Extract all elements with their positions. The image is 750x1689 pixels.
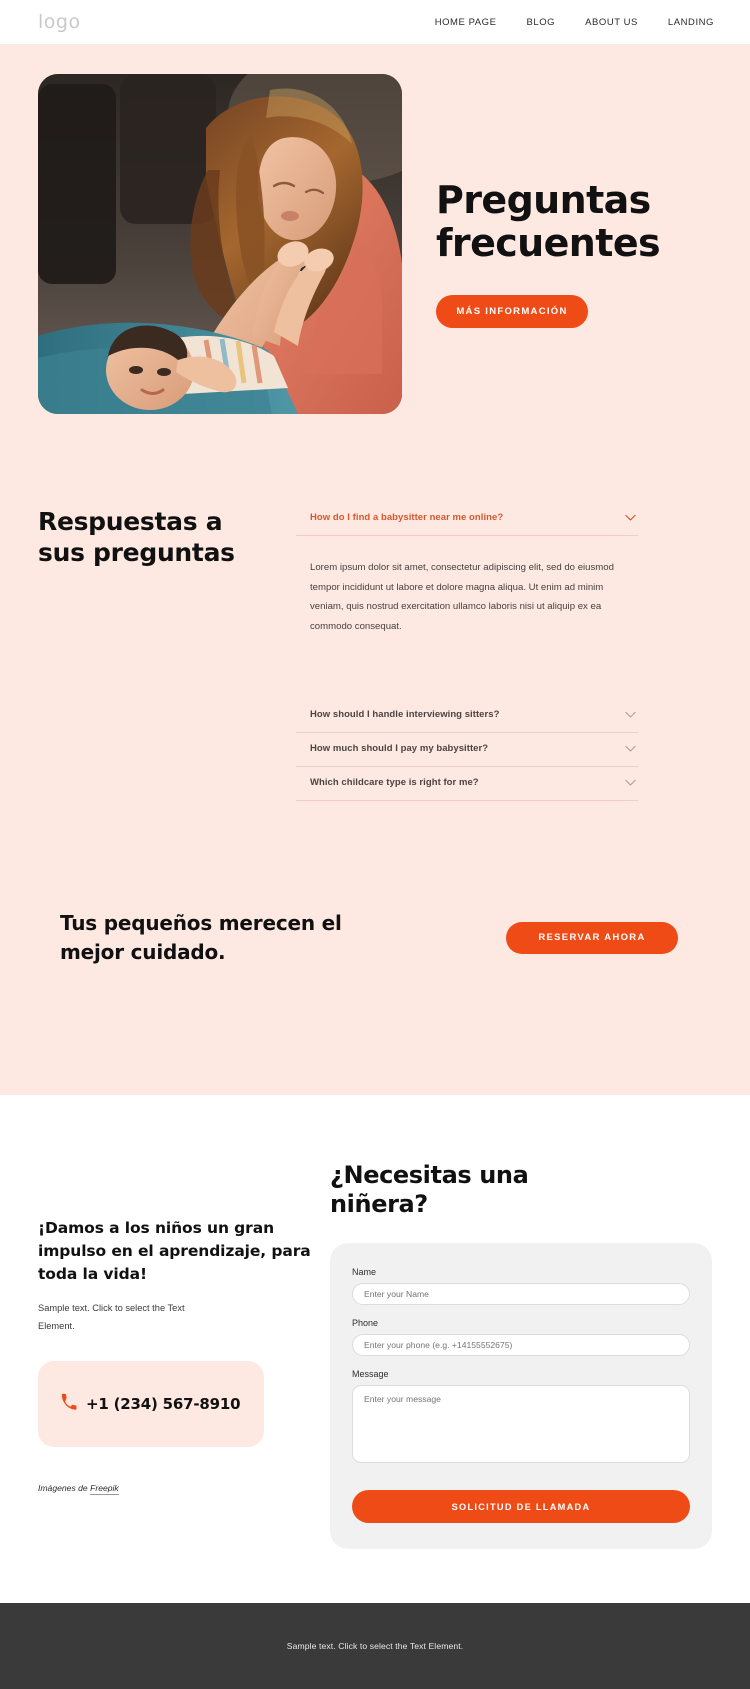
faq-question-2: How should I handle interviewing sitters… — [310, 708, 500, 720]
faq-answer-1: Lorem ipsum dolor sit amet, consectetur … — [310, 562, 614, 632]
faq-heading: Respuestas a sus preguntas — [38, 502, 288, 569]
contact-info-column: ¡Damos a los niños un gran impulso en el… — [38, 1161, 320, 1495]
chevron-down-icon[interactable] — [625, 779, 636, 786]
site-footer: Sample text. Click to select the Text El… — [0, 1603, 750, 1689]
faq-heading-line-1: Respuestas a — [38, 507, 223, 536]
message-field-group: Message — [352, 1369, 690, 1468]
cta-band-section: Tus pequeños merecen el mejor cuidado. R… — [0, 800, 750, 1095]
message-label: Message — [352, 1369, 389, 1380]
hero-image — [38, 74, 402, 414]
faq-item-3: How much should I pay my babysitter? — [296, 733, 638, 767]
name-input[interactable] — [352, 1283, 690, 1306]
chevron-down-icon[interactable] — [625, 711, 636, 718]
page-title: Preguntas frecuentes — [436, 179, 750, 264]
faq-divider-spacer — [296, 671, 638, 699]
reserve-now-button[interactable]: RESERVAR AHORA — [506, 921, 678, 954]
nav-item-home-page[interactable]: HOME PAGE — [435, 17, 497, 28]
phone-label: Phone — [352, 1318, 379, 1329]
hero-section: Preguntas frecuentes MÁS INFORMACIÓN — [0, 44, 750, 414]
faq-question-4: Which childcare type is right for me? — [310, 776, 479, 788]
image-credit-link[interactable]: Freepik — [90, 1482, 119, 1495]
image-credit: Imágenes de Freepik — [38, 1482, 320, 1495]
phone-card[interactable]: +1 (234) 567-8910 — [38, 1360, 264, 1447]
main-nav: HOME PAGE BLOG ABOUT US LANDING — [435, 17, 714, 28]
faq-question-3: How much should I pay my babysitter? — [310, 742, 489, 754]
name-field-group: Name — [352, 1267, 690, 1306]
faq-item-2: How should I handle interviewing sitters… — [296, 699, 638, 733]
faq-question-row-4[interactable]: Which childcare type is right for me? — [296, 767, 638, 801]
contact-heading: ¡Damos a los niños un gran impulso en el… — [38, 1218, 311, 1284]
hero-title-line-1: Preguntas — [436, 178, 651, 222]
hero-title-line-2: frecuentes — [436, 220, 661, 265]
faq-item-1: How do I find a babysitter near me onlin… — [296, 502, 638, 671]
nav-item-blog[interactable]: BLOG — [527, 17, 556, 28]
site-header: logo HOME PAGE BLOG ABOUT US LANDING — [0, 0, 750, 44]
chevron-down-icon[interactable] — [625, 514, 636, 521]
faq-section: Respuestas a sus preguntas How do I find… — [0, 414, 750, 801]
phone-icon — [60, 1393, 77, 1415]
contact-form-column: ¿Necesitas una niñera? Name Phone Messag… — [320, 1161, 712, 1550]
faq-heading-line-2: sus preguntas — [38, 538, 235, 568]
phone-number: +1 (234) 567-8910 — [86, 1394, 241, 1413]
nav-item-landing[interactable]: LANDING — [668, 17, 714, 28]
image-credit-prefix: Imágenes de — [38, 1482, 91, 1493]
callback-request-form: Name Phone Message SOLICITUD DE LLAMADA — [330, 1243, 712, 1550]
contact-sample-text: Sample text. Click to select the Text El… — [38, 1303, 185, 1331]
submit-callback-button[interactable]: SOLICITUD DE LLAMADA — [352, 1490, 690, 1524]
faq-question-row-1[interactable]: How do I find a babysitter near me onlin… — [296, 502, 638, 536]
phone-field-group: Phone — [352, 1318, 690, 1357]
logo[interactable]: logo — [38, 11, 81, 33]
faq-question-1: How do I find a babysitter near me onlin… — [310, 512, 504, 523]
message-input[interactable] — [352, 1385, 690, 1464]
phone-input[interactable] — [352, 1334, 690, 1357]
contact-form-heading: ¿Necesitas una niñera? — [330, 1160, 529, 1218]
cta-band-title-line-1: Tus pequeños merecen el — [60, 910, 342, 935]
faq-accordion: How do I find a babysitter near me onlin… — [288, 502, 638, 801]
contact-section: ¡Damos a los niños un gran impulso en el… — [0, 1094, 750, 1604]
faq-item-4: Which childcare type is right for me? — [296, 767, 638, 801]
nav-item-about-us[interactable]: ABOUT US — [585, 17, 638, 28]
chevron-down-icon[interactable] — [625, 745, 636, 752]
faq-question-row-3[interactable]: How much should I pay my babysitter? — [296, 733, 638, 767]
hero-cta-button[interactable]: MÁS INFORMACIÓN — [436, 295, 588, 329]
cta-band-title: Tus pequeños merecen el mejor cuidado. — [38, 909, 342, 967]
cta-band-title-line-2: mejor cuidado. — [60, 939, 226, 964]
faq-question-row-2[interactable]: How should I handle interviewing sitters… — [296, 699, 638, 733]
footer-text: Sample text. Click to select the Text El… — [286, 1641, 464, 1652]
name-label: Name — [352, 1267, 377, 1278]
